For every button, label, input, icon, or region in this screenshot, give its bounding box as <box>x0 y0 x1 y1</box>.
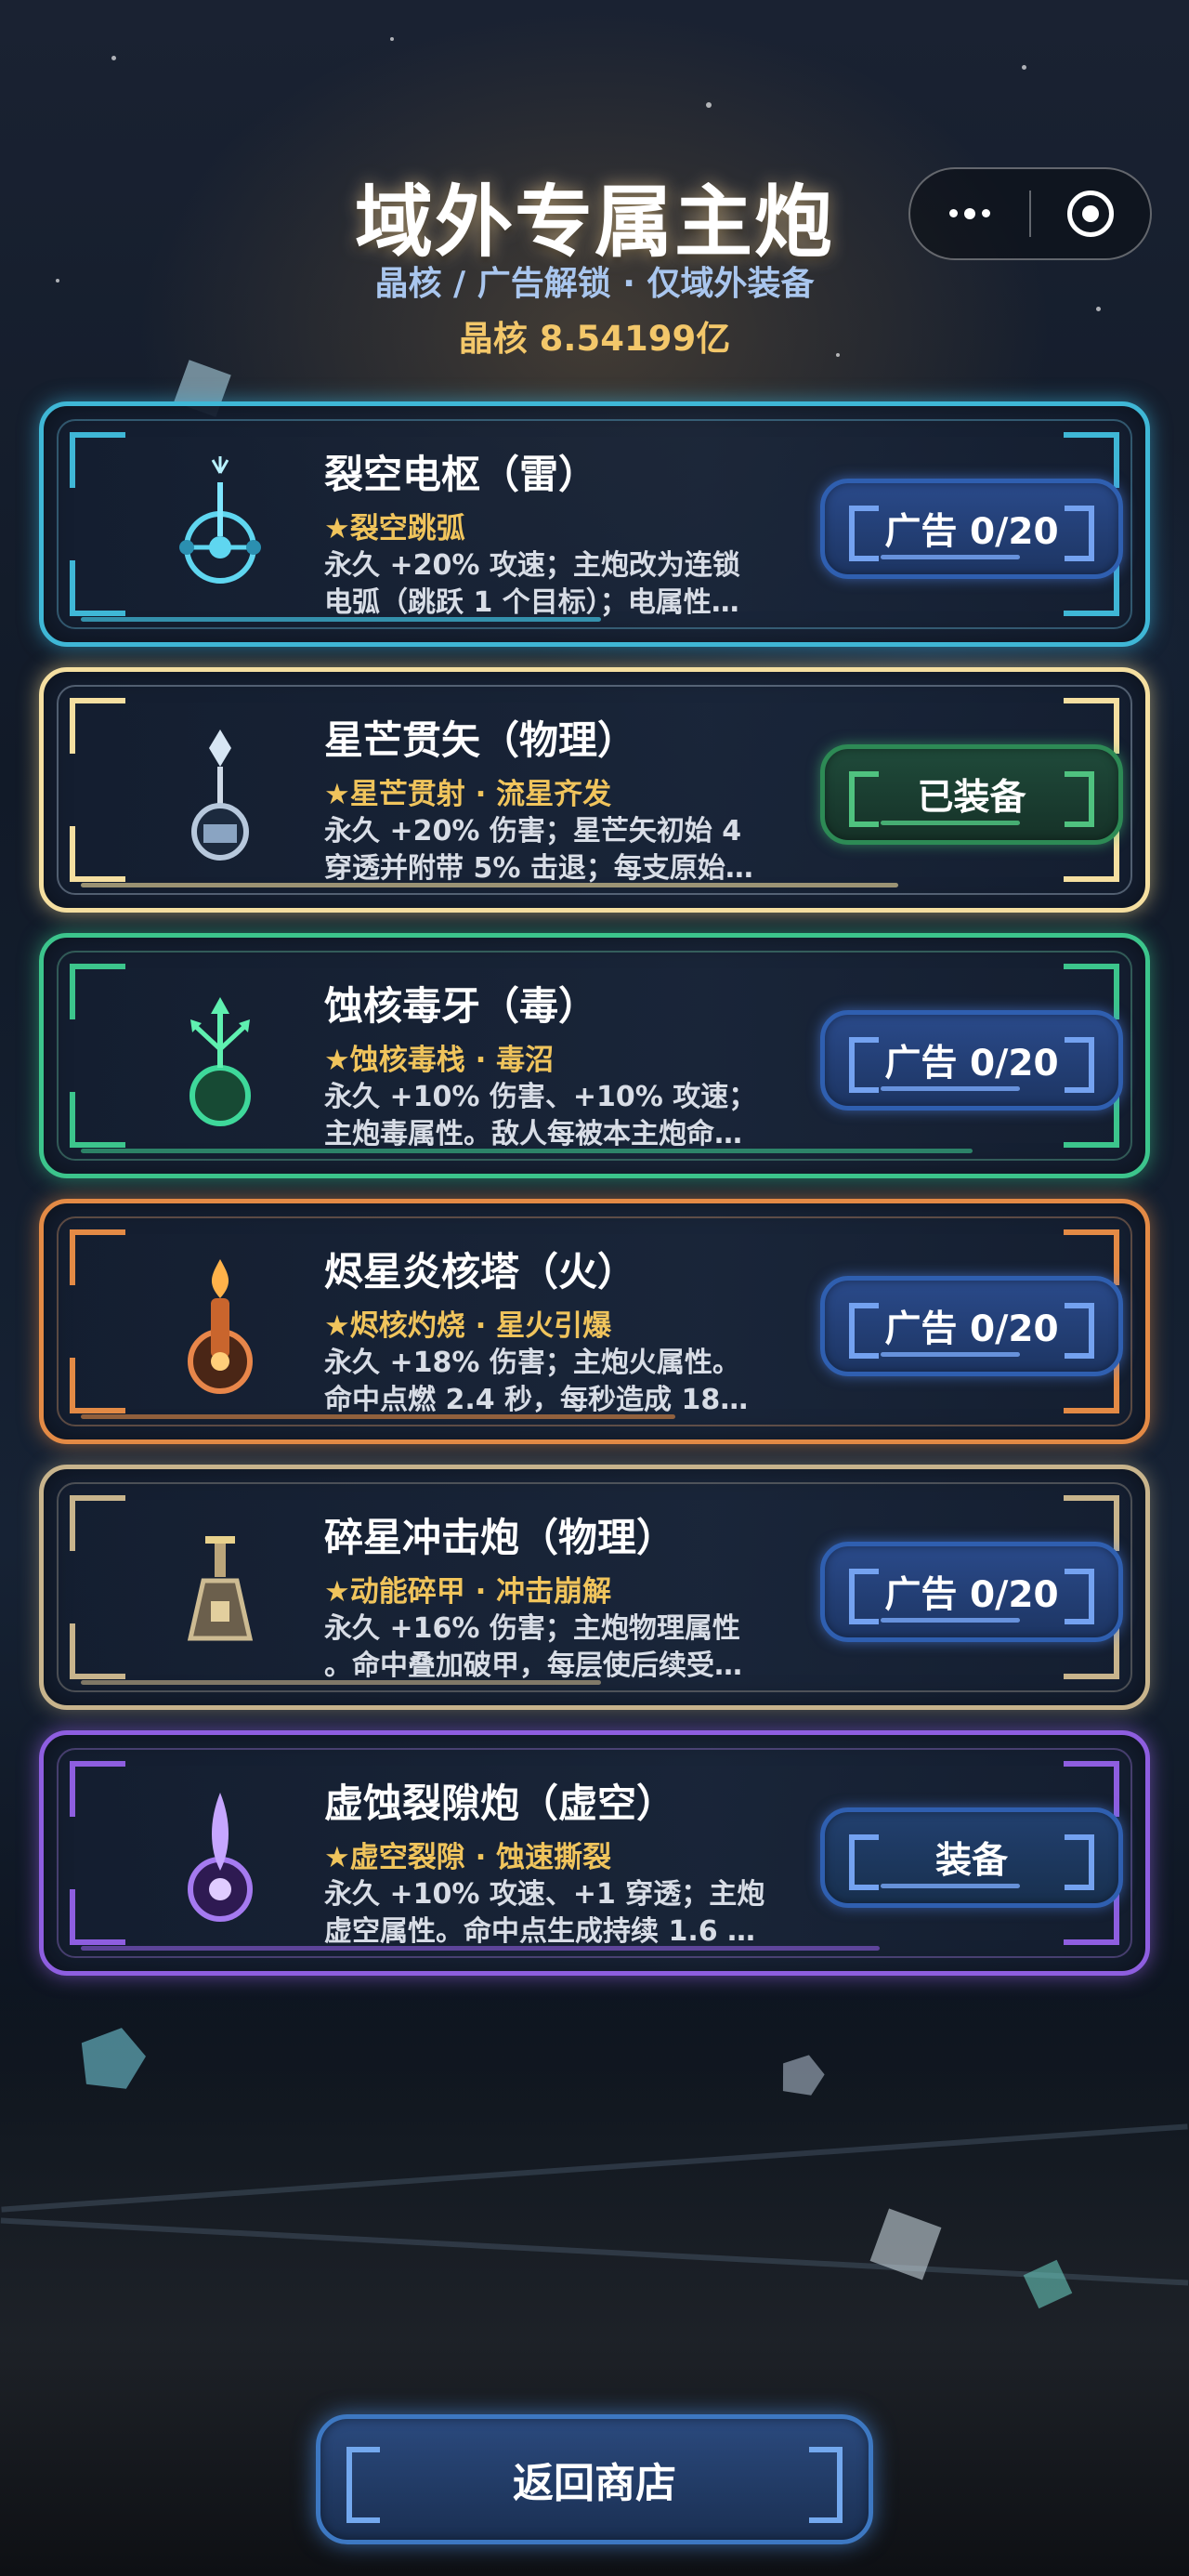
cannon-description: 永久 +18% 伤害；主炮火属性。 命中点燃 2.4 秒，每秒造成 18… <box>324 1347 749 1416</box>
cannon-card-lightning: 裂空电枢（雷） ★裂空跳弧 永久 +20% 攻速；主炮改为连锁 电弧（跳跃 1 个… <box>39 401 1150 647</box>
cannon-tags: ★裂空跳弧 <box>324 512 465 545</box>
cannon-name: 烬星炎核塔（火） <box>324 1249 637 1295</box>
cannon-tags: ★动能碎甲 · 冲击崩解 <box>324 1575 612 1609</box>
cannon-name: 虚蚀裂隙炮（虚空） <box>324 1781 676 1826</box>
watch-ad-button[interactable]: 广告 0/20 <box>820 1276 1123 1376</box>
cannon-description: 永久 +20% 伤害；星芒矢初始 4 穿透并附带 5% 击退；每支原始… <box>324 815 753 885</box>
arrow-turret-icon <box>191 729 249 861</box>
cannon-description: 永久 +10% 攻速、+1 穿透；主炮 虚空属性。命中点生成持续 1.6 … <box>324 1878 765 1948</box>
cannon-description: 永久 +16% 伤害；主炮物理属性 。命中叠加破甲，每层使后续受… <box>324 1612 742 1682</box>
cannon-tags: ★虚空裂隙 · 蚀速撕裂 <box>324 1841 612 1874</box>
lightning-turret-icon <box>179 456 261 584</box>
void-turret-icon <box>188 1793 253 1922</box>
cannon-name: 碎星冲击炮（物理） <box>324 1515 676 1560</box>
background-star <box>390 37 394 41</box>
equip-button[interactable]: 装备 <box>820 1807 1123 1908</box>
currency-balance: 晶核 8.54199亿 <box>458 319 731 359</box>
cannon-description: 永久 +20% 攻速；主炮改为连锁 电弧（跳跃 1 个目标）；电属性… <box>324 549 740 619</box>
close-miniprogram-button[interactable] <box>1031 169 1150 258</box>
cannon-name: 裂空电枢（雷） <box>324 452 598 497</box>
cannon-card-poison: 蚀核毒牙（毒） ★蚀核毒栈 · 毒沼 永久 +10% 伤害、+10% 攻速； 主炮… <box>39 933 1150 1178</box>
cannon-name: 星芒贯矢（物理） <box>324 717 637 763</box>
background-star <box>111 56 116 60</box>
more-dots-icon <box>949 207 990 219</box>
cannon-card-fire: 烬星炎核塔（火） ★烬核灼烧 · 星火引爆 永久 +18% 伤害；主炮火属性。命… <box>39 1199 1150 1444</box>
return-to-shop-button[interactable]: 返回商店 <box>316 2414 873 2544</box>
more-button[interactable] <box>910 169 1029 258</box>
watch-ad-button[interactable]: 广告 0/20 <box>820 1542 1123 1642</box>
fire-turret-icon <box>188 1259 253 1394</box>
cannon-tags: ★星芒贯射 · 流星齐发 <box>324 778 612 811</box>
cannon-name: 蚀核毒牙（毒） <box>324 983 598 1029</box>
page-subtitle: 晶核 / 广告解锁 · 仅域外装备 <box>374 265 815 303</box>
equipped-button[interactable]: 已装备 <box>820 744 1123 845</box>
background-star <box>1022 65 1026 70</box>
poison-turret-icon <box>189 997 251 1126</box>
watch-ad-button[interactable]: 广告 0/20 <box>820 1010 1123 1111</box>
miniprogram-capsule <box>908 167 1152 260</box>
cannon-tags: ★烬核灼烧 · 星火引爆 <box>324 1309 612 1343</box>
cannon-description: 永久 +10% 伤害、+10% 攻速； 主炮毒属性。敌人每被本主炮命… <box>324 1081 757 1150</box>
cannon-card-starlight-arrow: 星芒贯矢（物理） ★星芒贯射 · 流星齐发 永久 +20% 伤害；星芒矢初始 4… <box>39 667 1150 913</box>
cannon-card-impact: 碎星冲击炮（物理） ★动能碎甲 · 冲击崩解 永久 +16% 伤害；主炮物理属性… <box>39 1465 1150 1710</box>
cannon-turret-icon <box>187 1536 254 1641</box>
watch-ad-button[interactable]: 广告 0/20 <box>820 479 1123 579</box>
cannon-tags: ★蚀核毒栈 · 毒沼 <box>324 1044 555 1077</box>
cannon-card-void: 虚蚀裂隙炮（虚空） ★虚空裂隙 · 蚀速撕裂 永久 +10% 攻速、+1 穿透；… <box>39 1730 1150 1976</box>
background-star <box>706 102 712 108</box>
target-circle-icon <box>1067 191 1114 237</box>
